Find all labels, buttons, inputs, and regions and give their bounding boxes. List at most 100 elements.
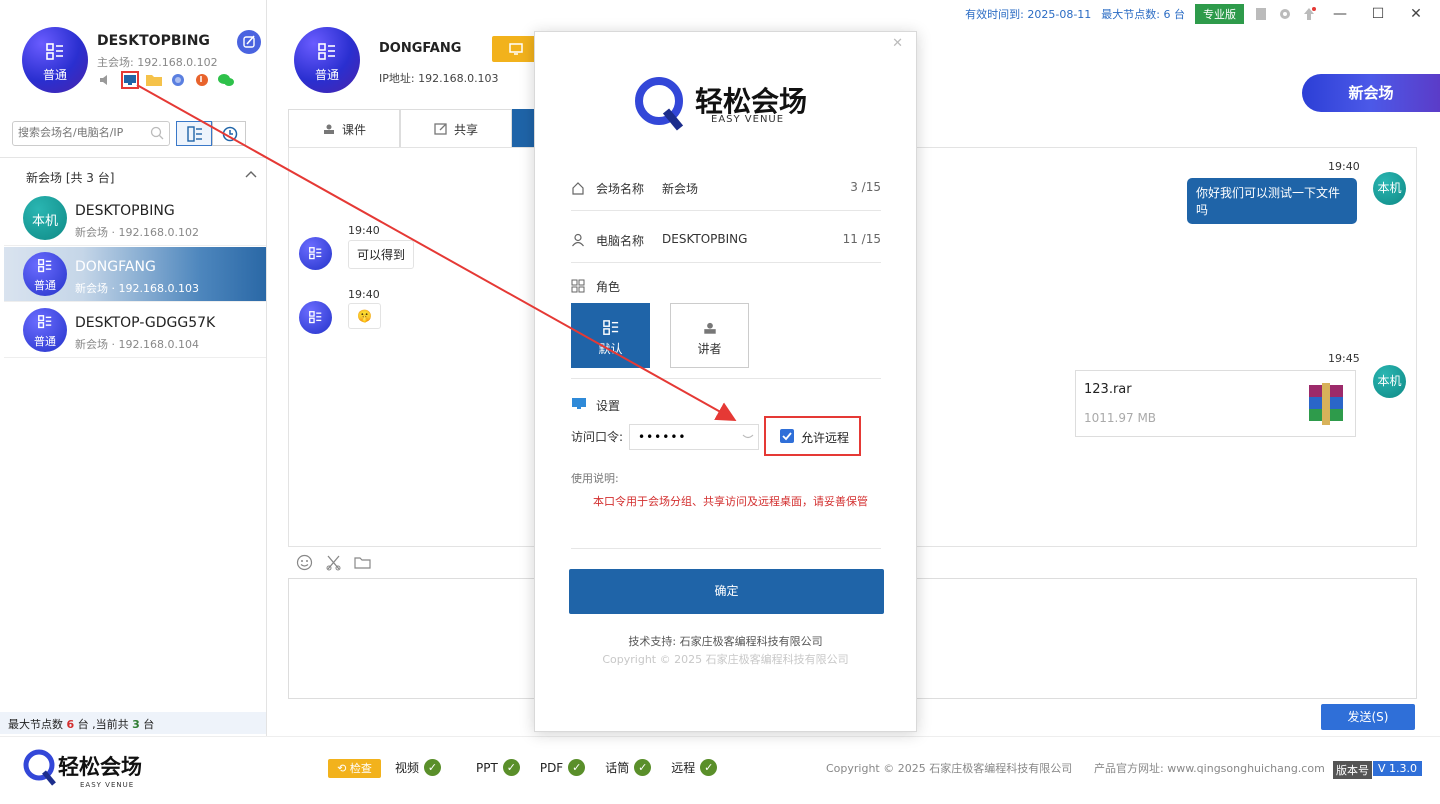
peer-avatar-label: 普通	[314, 68, 339, 82]
list-grid-icon	[309, 311, 322, 324]
role-title-row: 角色	[571, 278, 881, 298]
check-ok-icon: ✓	[502, 759, 520, 776]
share-icon	[434, 123, 447, 135]
divider	[571, 262, 881, 263]
presenter-icon	[704, 322, 716, 334]
tab-share[interactable]: 共享	[400, 109, 512, 148]
role-default-button[interactable]: 默认	[571, 303, 650, 368]
settings-title: 设置	[596, 399, 621, 413]
edit-icon[interactable]	[237, 30, 261, 54]
host-avatar: 普通	[22, 27, 88, 93]
screenshot-icon[interactable]	[325, 554, 342, 571]
globe-icon[interactable]	[169, 71, 187, 89]
peer-name: DONGFANG	[379, 41, 462, 56]
close-window-button[interactable]: ✕	[1402, 6, 1430, 22]
host-name: DESKTOPBING	[97, 33, 210, 49]
folder-icon[interactable]	[354, 554, 371, 571]
presenter-icon	[323, 124, 334, 134]
venue-group-header[interactable]: 新会场 [共 3 台]	[0, 157, 266, 190]
allow-remote-checkbox[interactable]	[780, 429, 794, 443]
logo-subtext: EASY VENUE	[711, 114, 785, 125]
message-bubble-incoming: 🤫	[348, 303, 381, 329]
upgrade-icon[interactable]	[1302, 7, 1316, 21]
search-box[interactable]	[12, 121, 170, 146]
clock-icon	[222, 126, 238, 142]
screen-share-button[interactable]	[492, 36, 540, 62]
edition-badge: 专业版	[1195, 4, 1244, 24]
computer-name-value[interactable]: DESKTOPBING	[662, 232, 747, 246]
expiry-text: 有效时间到: 2025-08-11	[965, 8, 1092, 21]
capability-checks: 视频 ✓ PPT ✓ PDF ✓ 话筒 ✓ 远程 ✓	[395, 759, 737, 776]
computer-name-label: 电脑名称	[596, 234, 645, 248]
list-view-button[interactable]	[176, 121, 212, 146]
peer-ip: IP地址: 192.168.0.103	[379, 72, 499, 85]
settings-icon[interactable]	[1278, 7, 1292, 21]
password-field[interactable]	[629, 424, 759, 450]
remote-desktop-icon[interactable]	[121, 71, 139, 89]
logo-text: 轻松会场	[58, 755, 142, 779]
speaker-icon[interactable]	[97, 71, 115, 89]
bottom-bar: 轻松会场 EASY VENUE ⟲ 检查 视频 ✓ PPT ✓ PDF ✓ 话筒 ✓ 远…	[0, 736, 1440, 804]
host-subtitle: 主会场: 192.168.0.102	[97, 56, 218, 69]
title-bar: 有效时间到: 2025-08-11 最大节点数: 6 台 专业版 — ☐ ✕	[965, 4, 1430, 24]
device-avatar: 普通	[23, 308, 67, 352]
search-icon[interactable]	[150, 126, 165, 141]
check-ok-icon: ✓	[700, 759, 718, 776]
role-speaker-button[interactable]: 讲者	[670, 303, 749, 368]
wechat-icon[interactable]	[217, 71, 235, 89]
folder-icon[interactable]	[145, 71, 163, 89]
maximize-button[interactable]: ☐	[1364, 6, 1392, 22]
check-microphone: 话筒 ✓	[605, 759, 652, 776]
check-button[interactable]: ⟲ 检查	[328, 759, 381, 778]
venue-group-title: 新会场 [共 3 台]	[26, 171, 115, 185]
history-button[interactable]	[212, 121, 246, 146]
grid-icon	[571, 279, 585, 293]
file-message-card[interactable]: 123.rar 1011.97 MB	[1075, 370, 1356, 437]
list-grid-icon	[318, 43, 335, 60]
emoji-icon[interactable]	[296, 554, 313, 571]
close-icon[interactable]: ✕	[892, 36, 903, 51]
device-name: DESKTOP-GDGG57K	[75, 315, 216, 331]
check-video: 视频 ✓	[395, 759, 442, 776]
computer-name-row[interactable]: 电脑名称 DESKTOPBING 11 /15	[571, 232, 881, 252]
device-item-desktop-gdgg57k[interactable]: 普通 DESKTOP-GDGG57K 新会场 · 192.168.0.104	[4, 303, 266, 358]
message-avatar	[299, 237, 332, 270]
computer-name-count: 11 /15	[842, 232, 881, 246]
venue-name-label: 会场名称	[596, 182, 645, 196]
app-logo-icon	[635, 77, 684, 131]
host-avatar-label: 普通	[42, 68, 67, 82]
check-ppt: PPT ✓	[476, 759, 520, 776]
new-venue-button[interactable]: 新会场	[1302, 74, 1440, 112]
device-item-desktopbing[interactable]: 本机 DESKTOPBING 新会场 · 192.168.0.102	[4, 191, 266, 246]
venue-name-row[interactable]: 会场名称 新会场 3 /15	[571, 180, 881, 200]
file-name: 123.rar	[1084, 382, 1132, 397]
music-icon[interactable]	[193, 71, 211, 89]
message-avatar	[299, 301, 332, 334]
dialog-copyright: Copyright © 2025 石家庄极客编程科技有限公司	[602, 653, 849, 666]
copyright-text: Copyright © 2025 石家庄极客编程科技有限公司	[826, 762, 1073, 775]
monitor-icon	[572, 398, 586, 409]
settings-title-row: 设置	[571, 397, 881, 417]
help-icon[interactable]	[1254, 7, 1268, 21]
venue-name-count: 3 /15	[850, 180, 881, 194]
check-remote: 远程 ✓	[671, 759, 718, 776]
divider	[571, 210, 881, 211]
device-subtitle: 新会场 · 192.168.0.102	[75, 226, 199, 239]
device-item-dongfang[interactable]: 普通 DONGFANG 新会场 · 192.168.0.103	[4, 247, 266, 302]
tab-courseware[interactable]: 课件	[288, 109, 400, 148]
node-count-status: 最大节点数 6 台 ,当前共 3 台	[0, 712, 266, 734]
chevron-up-icon[interactable]	[245, 170, 257, 178]
password-label: 访问口令:	[571, 430, 624, 444]
list-grid-icon	[309, 247, 322, 260]
allow-remote-option[interactable]: 允许远程	[764, 416, 861, 456]
venue-name-value[interactable]: 新会场	[662, 180, 698, 197]
password-input[interactable]	[630, 425, 735, 449]
confirm-button[interactable]: 确定	[569, 569, 884, 614]
divider	[571, 378, 881, 379]
message-time: 19:45	[1328, 352, 1360, 365]
send-button[interactable]: 发送(S)	[1321, 704, 1415, 730]
peer-avatar: 普通	[294, 27, 360, 93]
dropdown-icon[interactable]	[742, 433, 754, 441]
minimize-button[interactable]: —	[1326, 6, 1354, 22]
search-input[interactable]	[18, 122, 148, 143]
